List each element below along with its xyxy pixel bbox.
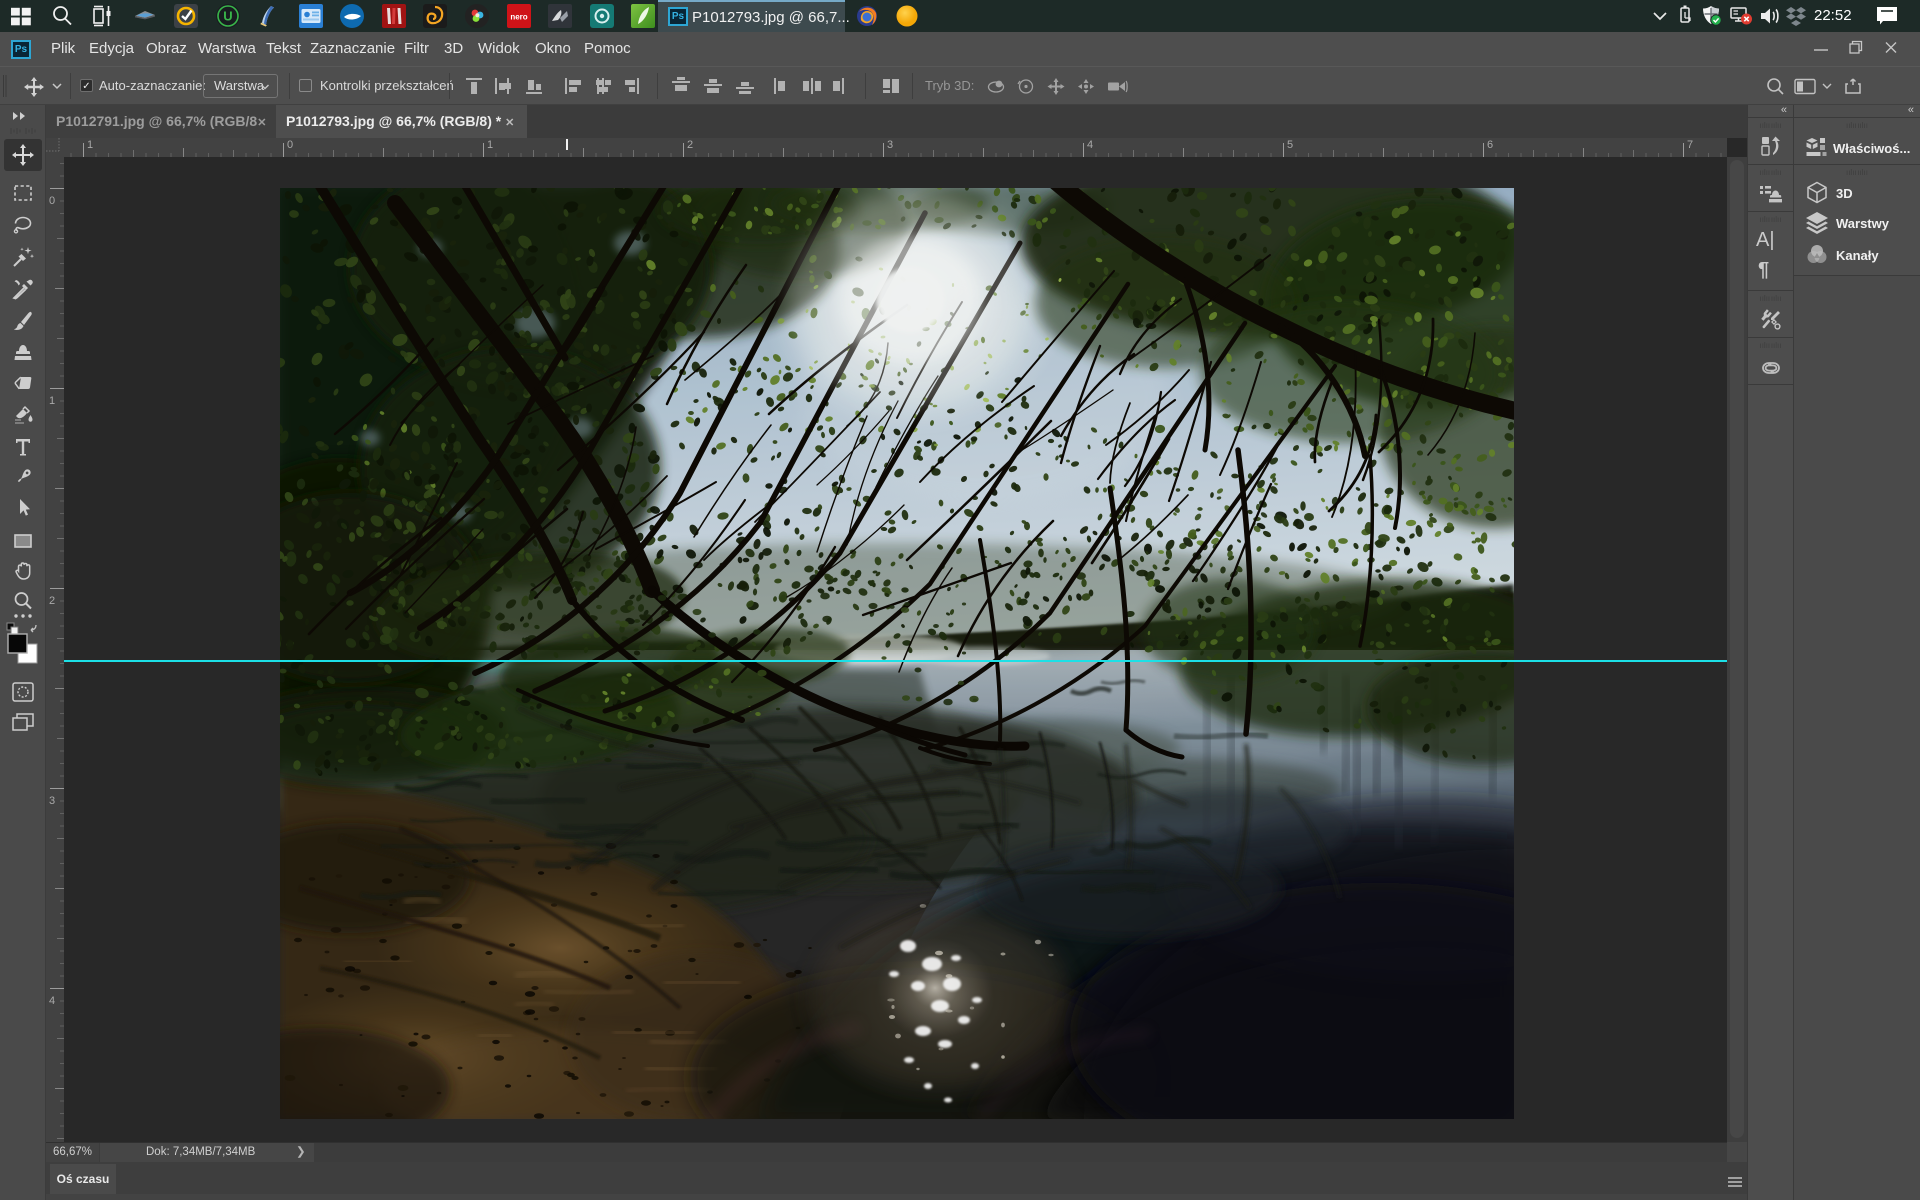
svg-text:nero: nero	[510, 13, 527, 22]
svg-text:U: U	[223, 9, 232, 24]
